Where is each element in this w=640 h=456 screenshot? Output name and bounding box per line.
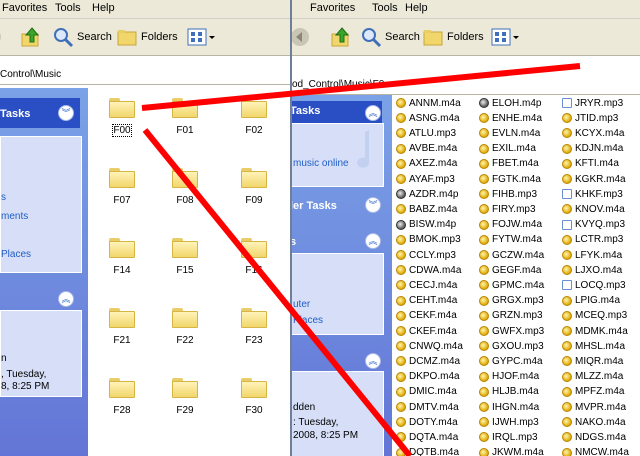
red-line-diagonal: [142, 128, 413, 456]
red-annotation-lines: [141, 63, 581, 456]
red-line-top: [141, 63, 581, 111]
